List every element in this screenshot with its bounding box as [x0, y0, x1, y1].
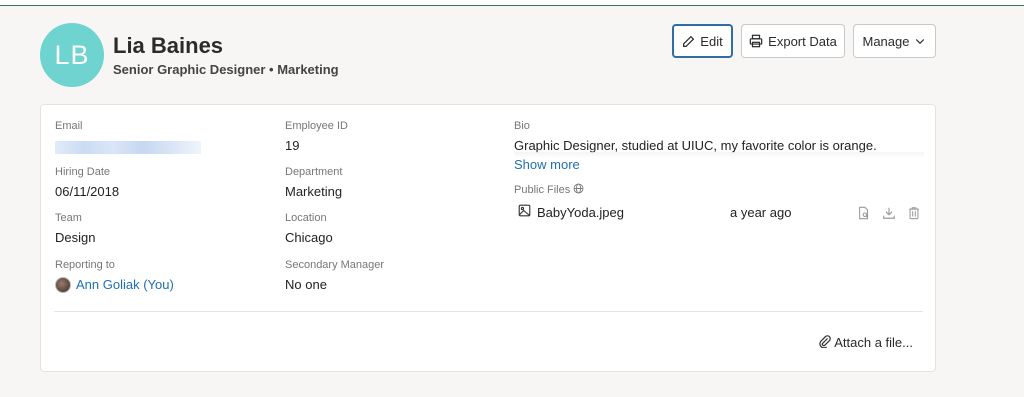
- printer-icon: [749, 34, 763, 48]
- bio-text: Graphic Designer, studied at UIUC, my fa…: [514, 138, 877, 153]
- bio-label: Bio: [514, 120, 530, 132]
- email-label: Email: [55, 120, 83, 132]
- globe-icon: [573, 183, 584, 197]
- reporting-to-link[interactable]: Ann Goliak (You): [76, 277, 174, 292]
- export-data-button[interactable]: Export Data: [741, 24, 845, 58]
- export-data-label: Export Data: [768, 33, 837, 49]
- manage-button[interactable]: Manage: [853, 24, 936, 58]
- trash-icon[interactable]: [906, 205, 922, 221]
- pencil-icon: [682, 35, 695, 48]
- edit-label: Edit: [700, 33, 723, 49]
- manager-avatar: [55, 277, 71, 293]
- department-value: Marketing: [285, 184, 343, 199]
- profile-details-card: Email Hiring Date 06/11/2018 Team Design…: [40, 104, 936, 372]
- file-name[interactable]: BabyYoda.jpeg: [537, 205, 624, 220]
- manage-label: Manage: [862, 33, 910, 49]
- card-divider: [54, 311, 923, 312]
- file-actions: [856, 205, 922, 221]
- hiring-date-label: Hiring Date: [55, 166, 111, 178]
- team-label: Team: [55, 212, 82, 224]
- employee-subtitle: Senior Graphic Designer • Marketing: [113, 62, 339, 77]
- file-modified: a year ago: [730, 205, 792, 220]
- public-files-label: Public Files: [514, 184, 571, 196]
- image-icon: [518, 204, 531, 222]
- employee-name: Lia Baines: [113, 33, 224, 58]
- email-value-redacted: [55, 141, 201, 154]
- attach-file-label: Attach a file...: [834, 335, 913, 350]
- secondary-manager-value: No one: [285, 277, 327, 292]
- secondary-manager-label: Secondary Manager: [285, 259, 385, 271]
- attach-file-button[interactable]: Attach a file...: [818, 334, 913, 351]
- public-files-heading: Public Files: [514, 183, 584, 197]
- employee-id-label: Employee ID: [285, 120, 348, 132]
- reporting-to-label: Reporting to: [55, 259, 115, 271]
- hiring-date-value: 06/11/2018: [55, 184, 120, 199]
- paperclip-icon: [818, 334, 832, 351]
- department-label: Department: [285, 166, 343, 178]
- top-rule: [0, 0, 1024, 6]
- show-more-link[interactable]: Show more: [514, 157, 580, 172]
- chevron-down-icon: [914, 35, 926, 47]
- edit-button[interactable]: Edit: [672, 24, 733, 58]
- team-value: Design: [55, 230, 96, 245]
- location-value: Chicago: [285, 230, 333, 245]
- download-icon[interactable]: [881, 205, 897, 221]
- location-label: Location: [285, 212, 327, 224]
- avatar: LB: [40, 23, 104, 87]
- employee-id-value: 19: [285, 138, 300, 153]
- preview-icon[interactable]: [856, 205, 872, 221]
